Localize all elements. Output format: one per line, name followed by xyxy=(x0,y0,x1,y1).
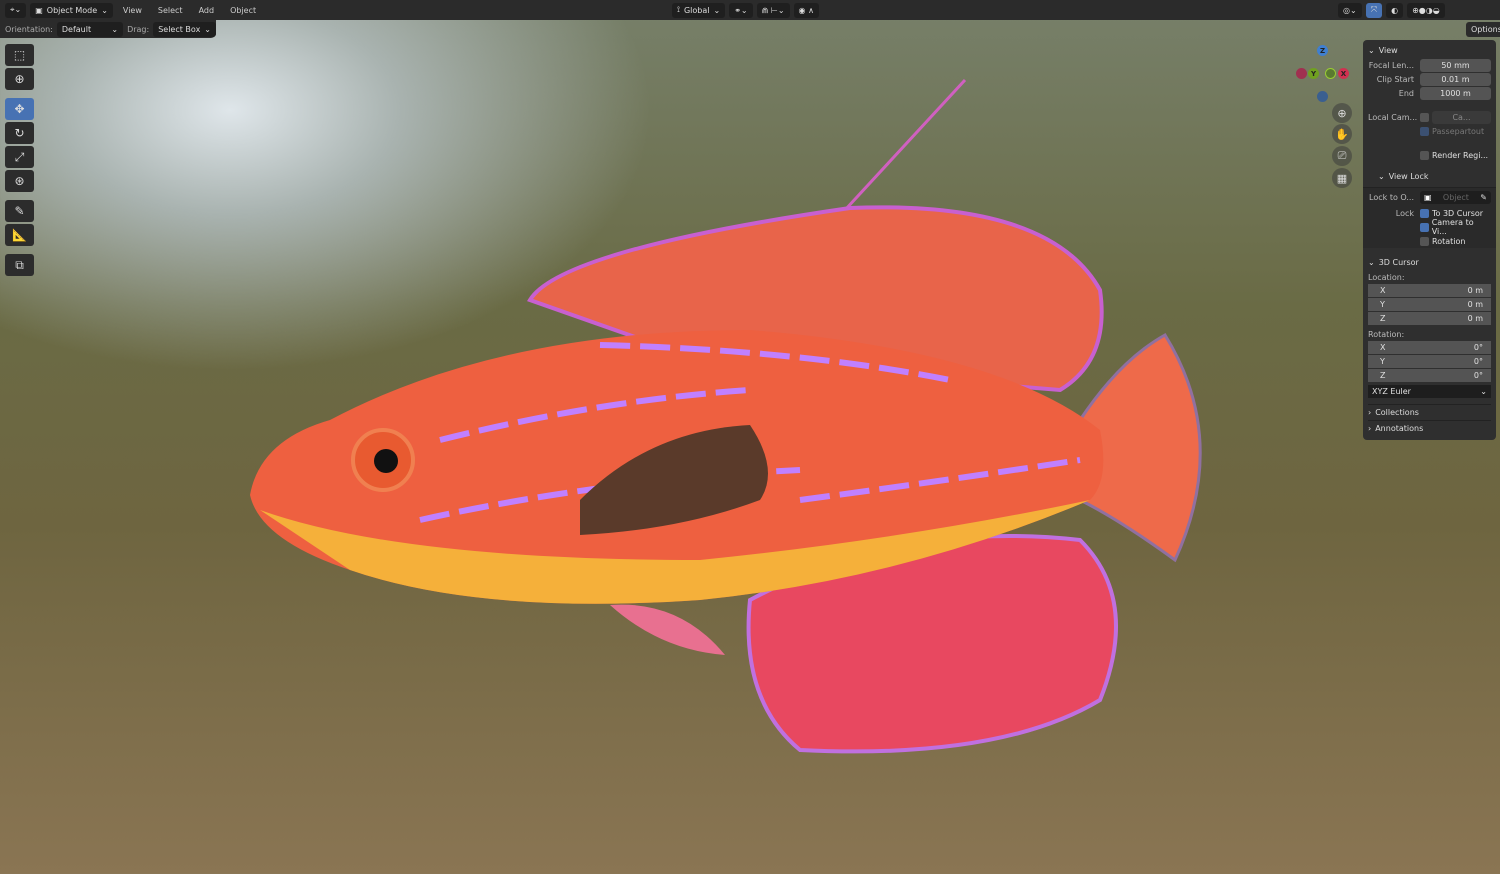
transform-orientation-select[interactable]: ⟟ Global ⌄ xyxy=(672,2,726,18)
menu-select[interactable]: Select xyxy=(152,6,189,15)
eye-icon: ◎⌄ xyxy=(1343,5,1357,15)
lock-cursor-checkbox[interactable] xyxy=(1420,208,1429,218)
menu-object[interactable]: Object xyxy=(224,6,262,15)
options-button[interactable]: Options xyxy=(1466,22,1500,37)
cursor-rotation-z[interactable]: Z 0° xyxy=(1368,369,1491,382)
local-camera-field[interactable]: Ca... xyxy=(1432,110,1491,124)
cursor-location-z[interactable]: Z0 m xyxy=(1368,312,1491,325)
orientation-select[interactable]: Default ⌄ xyxy=(56,21,124,37)
toolbar: ⬚ ⊕ ✥ ↻ ⤢ ⊛ ✎ 📐 ⧉ xyxy=(5,44,34,278)
object-mode-icon: ▣ xyxy=(35,5,43,15)
overlay-button[interactable]: ◐ xyxy=(1386,2,1404,18)
overlay-icon: ◐ xyxy=(1391,5,1399,15)
fish-model[interactable] xyxy=(0,0,1500,874)
camera-to-view-checkbox[interactable] xyxy=(1419,222,1429,232)
menu-add[interactable]: Add xyxy=(193,6,221,15)
rotate-tool[interactable]: ↻ xyxy=(5,122,34,144)
focal-length-field[interactable]: 50 mm xyxy=(1420,58,1491,72)
proportional-edit-button[interactable]: ◉ ∧ xyxy=(793,2,819,18)
cursor-location-y[interactable]: Y0 m xyxy=(1368,298,1491,311)
rotation-mode-select[interactable]: XYZ Euler ⌄ xyxy=(1368,385,1491,398)
pivot-icon: ⚭⌄ xyxy=(734,5,748,15)
menu-view[interactable]: View xyxy=(117,6,148,15)
annotate-tool[interactable]: ✎ xyxy=(5,200,34,222)
eyedropper-icon[interactable]: ✎ xyxy=(1480,193,1487,202)
lock-to-object-field[interactable]: ▣ Object ✎ xyxy=(1420,190,1491,204)
cursor-rotation-x[interactable]: X 0° xyxy=(1368,341,1491,354)
drag-select[interactable]: Select Box ⌄ xyxy=(153,21,216,37)
cursor-location-x[interactable]: X0 m xyxy=(1368,284,1491,297)
cursor-rotation-y[interactable]: Y 0° xyxy=(1368,355,1491,368)
move-tool[interactable]: ✥ xyxy=(5,98,34,120)
axis-neg-x[interactable] xyxy=(1296,68,1307,79)
viewport-header: ⌖⌄ ▣ Object Mode ⌄ View Select Add Object … xyxy=(0,0,1500,20)
orientation-icon: ⟟ xyxy=(677,5,680,14)
zoom-icon[interactable]: ⊕ xyxy=(1332,103,1352,123)
axis-y[interactable]: Y xyxy=(1308,68,1319,79)
axis-neg-z[interactable] xyxy=(1317,91,1328,102)
clip-start-field[interactable]: 0.01 m xyxy=(1420,72,1491,86)
gizmo-icon: ⤧ xyxy=(1370,5,1378,14)
grid-ortho-icon[interactable]: ▦ xyxy=(1332,168,1352,188)
camera-icon[interactable]: ⎚ xyxy=(1332,146,1352,166)
sidebar-panel: ⌄ View Focal Len... 50 mm Clip Start 0.01 … xyxy=(1363,40,1496,440)
chevron-down-icon: ⌄ xyxy=(101,5,108,15)
proportional-icon: ◉ ∧ xyxy=(798,5,814,15)
select-box-tool[interactable]: ⬚ xyxy=(5,44,34,66)
visibility-button[interactable]: ◎⌄ xyxy=(1338,2,1362,18)
panel-annotations-header[interactable]: › Annotations xyxy=(1368,420,1491,436)
local-camera-checkbox[interactable] xyxy=(1420,112,1429,122)
pivot-point-button[interactable]: ⚭⌄ xyxy=(729,2,753,18)
snap-button[interactable]: ⋒ ⊢⌄ xyxy=(756,2,790,18)
tool-settings-bar: Orientation: Default ⌄ Drag: Select Box ⌄ xyxy=(0,20,216,38)
panel-collections-header[interactable]: › Collections xyxy=(1368,404,1491,420)
object-icon: ▣ xyxy=(1424,192,1432,202)
scale-tool[interactable]: ⤢ xyxy=(5,146,34,168)
gizmo-toggle[interactable]: ⤧ xyxy=(1365,2,1383,18)
clip-end-field[interactable]: 1000 m xyxy=(1420,86,1491,100)
render-region-checkbox[interactable] xyxy=(1420,150,1429,160)
passepartout-checkbox[interactable] xyxy=(1420,126,1429,136)
axis-z[interactable]: Z xyxy=(1317,45,1328,56)
axis-neg-y[interactable] xyxy=(1325,68,1336,79)
fin-filament xyxy=(843,78,967,212)
mode-select[interactable]: ▣ Object Mode ⌄ xyxy=(30,2,113,18)
shading-buttons[interactable]: ⊕●◑◒ xyxy=(1407,2,1445,18)
panel-3d-cursor-header[interactable]: ⌄ 3D Cursor xyxy=(1368,254,1491,270)
cursor-tool[interactable]: ⊕ xyxy=(5,68,34,90)
add-cube-tool[interactable]: ⧉ xyxy=(5,254,34,276)
panel-view-header[interactable]: ⌄ View xyxy=(1368,42,1491,58)
transform-tool[interactable]: ⊛ xyxy=(5,170,34,192)
view-lock-header[interactable]: ⌄ View Lock xyxy=(1368,168,1491,184)
shading-icons: ⊕●◑◒ xyxy=(1412,5,1440,15)
measure-tool[interactable]: 📐 xyxy=(5,224,34,246)
pelvic-fin xyxy=(610,604,725,655)
snap-icon: ⋒ ⊢⌄ xyxy=(761,5,785,15)
editor-type-button[interactable]: ⌖⌄ xyxy=(5,2,27,18)
chevron-down-icon: ⌄ xyxy=(1480,387,1487,396)
axis-x[interactable]: X xyxy=(1338,68,1349,79)
editor-type-icon: ⌖⌄ xyxy=(10,5,22,14)
pan-hand-icon[interactable]: ✋ xyxy=(1332,124,1352,144)
lock-rotation-checkbox[interactable] xyxy=(1420,236,1429,246)
